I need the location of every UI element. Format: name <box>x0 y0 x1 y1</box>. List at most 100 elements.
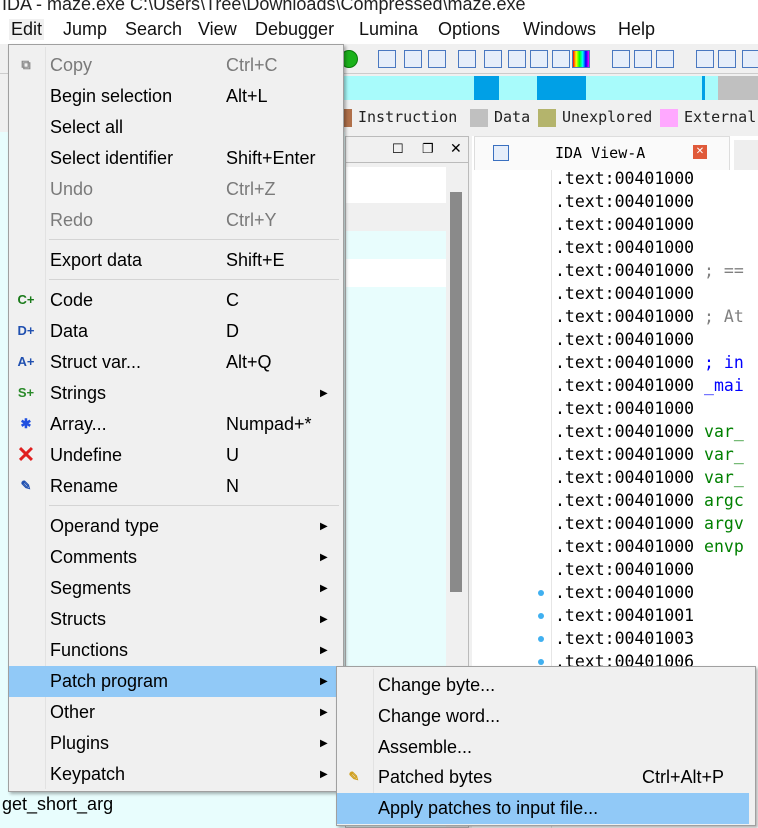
toolbar-button-icon[interactable] <box>508 50 526 68</box>
scrollbar-thumb[interactable] <box>450 192 462 592</box>
menu-item-begin-selection[interactable]: Begin selection Alt+L <box>9 81 343 112</box>
menu-debugger[interactable]: Debugger <box>255 19 334 40</box>
disassembly-line[interactable]: .text:00401000 <box>555 215 694 234</box>
menu-view[interactable]: View <box>198 19 237 40</box>
menu-item-undo[interactable]: Undo Ctrl+Z <box>9 174 343 205</box>
disassembly-line[interactable]: .text:00401000 var_ <box>555 422 744 441</box>
disassembly-line[interactable]: .text:00401000 <box>555 238 694 257</box>
disassembly-line[interactable]: .text:00401000 argc <box>555 491 744 510</box>
menu-item-copy[interactable]: ⧉ Copy Ctrl+C <box>9 50 343 81</box>
menu-item-data[interactable]: D+ Data D <box>9 316 343 347</box>
menu-lumina[interactable]: Lumina <box>359 19 418 40</box>
disassembly-line[interactable]: .text:00401000 <box>555 583 694 602</box>
menu-item-patched-bytes[interactable]: ✎ Patched bytes Ctrl+Alt+P <box>337 762 755 793</box>
disassembly-line[interactable]: .text:00401003 <box>555 629 694 648</box>
line-address: .text:00401000 <box>555 215 695 234</box>
menu-item-label: Data <box>50 321 89 341</box>
disassembly-line[interactable]: .text:00401000 _mai <box>555 376 744 395</box>
restore-icon[interactable]: ❐ <box>422 141 434 157</box>
menu-item-code[interactable]: C+ Code C <box>9 285 343 316</box>
navigation-band[interactable] <box>340 76 758 100</box>
function-list-item[interactable]: get_short_arg <box>2 794 113 815</box>
disassembly-line[interactable]: .text:00401000 <box>555 169 694 188</box>
breakpoint-dot-icon[interactable] <box>538 636 544 642</box>
toolbar-button-icon[interactable] <box>572 50 590 68</box>
line-content: var_ <box>694 422 744 441</box>
close-tab-icon[interactable]: ✕ <box>693 145 707 159</box>
toolbar-button-icon[interactable] <box>656 50 674 68</box>
menu-item-structs[interactable]: Structs ▶ <box>9 604 343 635</box>
toolbar-button-icon[interactable] <box>696 50 714 68</box>
disassembly-line[interactable]: .text:00401000 <box>555 284 694 303</box>
disassembly-line[interactable]: .text:00401000 var_ <box>555 445 744 464</box>
menu-item-change-byte[interactable]: Change byte... <box>337 670 755 701</box>
menu-separator <box>49 279 339 280</box>
line-address: .text:00401000 <box>555 238 695 257</box>
disassembly-line[interactable]: .text:00401000 ; == <box>555 261 744 280</box>
toolbar-button-icon[interactable] <box>718 50 736 68</box>
menu-item-apply-patches-to-input-file[interactable]: Apply patches to input file... <box>337 793 749 824</box>
disassembly-line[interactable]: .text:00401000 argv <box>555 514 744 533</box>
line-content: ; At <box>694 307 744 326</box>
tab-ida-view-a[interactable]: IDA View-A ✕ <box>474 136 730 170</box>
disassembly-line[interactable]: .text:00401000 envp <box>555 537 744 556</box>
close-icon[interactable]: ✕ <box>450 140 462 157</box>
disassembly-line[interactable]: .text:00401001 <box>555 606 694 625</box>
code-icon: C+ <box>17 292 35 307</box>
menu-item-struct-var[interactable]: A+ Struct var... Alt+Q <box>9 347 343 378</box>
menu-item-label: Keypatch <box>50 764 126 784</box>
menu-windows[interactable]: Windows <box>523 19 596 40</box>
disassembly-line[interactable]: .text:00401000 ; in <box>555 353 744 372</box>
menu-item-keypatch[interactable]: Keypatch ▶ <box>9 759 343 790</box>
menu-item-other[interactable]: Other ▶ <box>9 697 343 728</box>
toolbar-button-icon[interactable] <box>530 50 548 68</box>
disassembly-line[interactable]: .text:00401000 <box>555 560 694 579</box>
disassembly-line[interactable]: .text:00401000 ; At <box>555 307 744 326</box>
menu-item-strings[interactable]: S+ Strings ▶ <box>9 378 343 409</box>
disassembly-line[interactable]: .text:00401000 var_ <box>555 468 744 487</box>
toolbar-button-icon[interactable] <box>552 50 570 68</box>
menu-help[interactable]: Help <box>618 19 655 40</box>
disassembly-line[interactable]: .text:00401000 <box>555 399 694 418</box>
menu-item-rename[interactable]: ✎ Rename N <box>9 471 343 502</box>
breakpoint-dot-icon[interactable] <box>538 613 544 619</box>
toolbar-button-icon[interactable] <box>484 50 502 68</box>
maximize-icon[interactable]: ☐ <box>392 141 404 157</box>
toolbar-button-icon[interactable] <box>378 50 396 68</box>
menu-item-label: Undo <box>50 179 94 199</box>
menu-item-undefine[interactable]: ✕ Undefine U <box>9 440 343 471</box>
menu-item-segments[interactable]: Segments ▶ <box>9 573 343 604</box>
menu-search[interactable]: Search <box>125 19 182 40</box>
menu-jump[interactable]: Jump <box>63 19 107 40</box>
toolbar-button-icon[interactable] <box>404 50 422 68</box>
menu-item-select-identifier[interactable]: Select identifier Shift+Enter <box>9 143 343 174</box>
menu-item-array[interactable]: ✱ Array... Numpad+* <box>9 409 343 440</box>
breakpoint-dot-icon[interactable] <box>538 590 544 596</box>
menu-item-change-word[interactable]: Change word... <box>337 701 755 732</box>
menu-item-operand-type[interactable]: Operand type ▶ <box>9 511 343 542</box>
menu-item-label: Struct var... <box>50 352 142 372</box>
menu-edit[interactable]: Edit <box>9 19 45 40</box>
menu-item-patch-program[interactable]: Patch program ▶ <box>9 666 336 697</box>
disassembly-line[interactable]: .text:00401000 <box>555 330 694 349</box>
menu-options[interactable]: Options <box>438 19 500 40</box>
menu-item-comments[interactable]: Comments ▶ <box>9 542 343 573</box>
toolbar-button-icon[interactable] <box>612 50 630 68</box>
menu-item-redo[interactable]: Redo Ctrl+Y <box>9 205 343 236</box>
toolbar-button-icon[interactable] <box>458 50 476 68</box>
menu-item-functions[interactable]: Functions ▶ <box>9 635 343 666</box>
menu-item-assemble[interactable]: Assemble... <box>337 732 755 763</box>
disassembly-line[interactable]: .text:00401000 <box>555 192 694 211</box>
breakpoint-dot-icon[interactable] <box>538 659 544 665</box>
toolbar-button-icon[interactable] <box>428 50 446 68</box>
submenu-arrow-icon: ▶ <box>320 676 328 687</box>
menu-item-plugins[interactable]: Plugins ▶ <box>9 728 343 759</box>
menu-item-shortcut: Alt+L <box>226 86 268 106</box>
tab-next[interactable] <box>734 140 758 170</box>
menu-item-export-data[interactable]: Export data Shift+E <box>9 245 343 276</box>
undefine-icon: ✕ <box>16 442 36 467</box>
menu-item-select-all[interactable]: Select all <box>9 112 343 143</box>
toolbar-button-icon[interactable] <box>742 50 758 68</box>
menu-item-label: Functions <box>50 640 129 660</box>
toolbar-button-icon[interactable] <box>634 50 652 68</box>
